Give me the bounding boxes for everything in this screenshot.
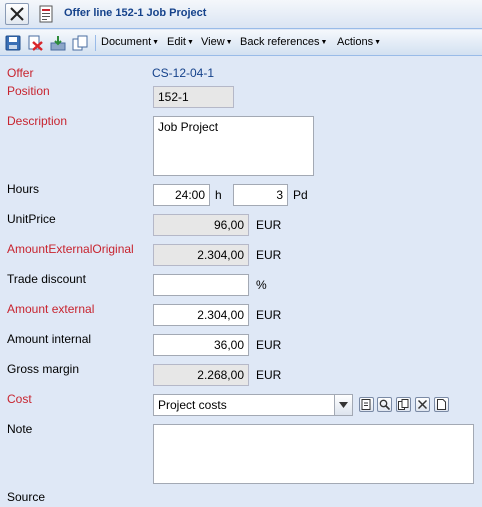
- trade-discount-label: Trade discount: [7, 272, 86, 286]
- cost-label: Cost: [7, 392, 32, 406]
- chevron-down-icon: ▼: [320, 39, 328, 46]
- amount-external-input[interactable]: 2.304,00: [153, 304, 249, 326]
- unit-price-label: UnitPrice: [7, 212, 56, 226]
- menu-document[interactable]: Document▼: [101, 36, 159, 48]
- hours-label: Hours: [7, 182, 40, 196]
- menu-view[interactable]: View▼: [201, 36, 233, 48]
- copy-documents-icon: [398, 399, 409, 410]
- delete-icon[interactable]: [27, 35, 43, 51]
- cost-search-button[interactable]: [377, 397, 392, 412]
- menu-back-references[interactable]: Back references▼: [240, 36, 327, 48]
- menu-label: Document: [101, 36, 152, 48]
- toolbar-separator: [95, 35, 96, 51]
- trade-discount-input[interactable]: [153, 274, 249, 296]
- menu-label: Back references: [240, 36, 320, 48]
- save-icon[interactable]: [5, 35, 21, 51]
- note-label: Note: [7, 422, 33, 436]
- amount-internal-currency: EUR: [256, 338, 282, 352]
- description-label: Description: [7, 114, 68, 128]
- amount-external-original-field: 2.304,00: [153, 244, 249, 266]
- export-icon[interactable]: [50, 35, 66, 51]
- cost-details-button[interactable]: [434, 397, 449, 412]
- close-button[interactable]: [5, 3, 29, 25]
- chevron-down-icon: ▼: [186, 39, 194, 46]
- person-days-unit: Pd: [293, 188, 308, 202]
- chevron-down-icon: [339, 402, 348, 408]
- chevron-down-icon: ▼: [152, 39, 160, 46]
- close-icon: [10, 7, 24, 21]
- source-label: Source: [7, 490, 46, 504]
- gross-margin-currency: EUR: [256, 368, 282, 382]
- menu-edit[interactable]: Edit▼: [167, 36, 194, 48]
- gross-margin-field: 2.268,00: [153, 364, 249, 386]
- menu-label: View: [201, 36, 225, 48]
- amount-internal-input[interactable]: 36,00: [153, 334, 249, 356]
- offer-link[interactable]: CS-12-04-1: [152, 66, 214, 80]
- trade-discount-percent: %: [256, 278, 267, 292]
- cost-select[interactable]: Project costs: [153, 394, 335, 416]
- new-document-icon: [361, 399, 371, 410]
- menu-actions[interactable]: Actions▼: [337, 36, 381, 48]
- window-title: Offer line 152-1 Job Project: [64, 7, 207, 19]
- title-bar: Offer line 152-1 Job Project: [0, 0, 482, 29]
- cost-open-button[interactable]: [396, 397, 411, 412]
- hours-input[interactable]: 24:00: [153, 184, 210, 206]
- description-textarea[interactable]: Job Project: [153, 116, 314, 176]
- amount-external-label: Amount external: [7, 302, 95, 316]
- menu-label: Edit: [167, 36, 186, 48]
- note-textarea[interactable]: [153, 424, 474, 484]
- chevron-down-icon: ▼: [374, 39, 382, 46]
- unit-price-field: 96,00: [153, 214, 249, 236]
- search-icon: [379, 399, 390, 410]
- position-label: Position: [7, 84, 50, 98]
- offer-label: Offer: [7, 66, 34, 80]
- toolbar: Document▼ Edit▼ View▼ Back references▼ A…: [0, 30, 482, 56]
- menu-label: Actions: [337, 36, 374, 48]
- cost-new-button[interactable]: [359, 397, 374, 412]
- cost-clear-button[interactable]: [415, 397, 430, 412]
- position-field: 152-1: [153, 86, 234, 108]
- close-icon: [417, 399, 428, 410]
- amount-external-original-currency: EUR: [256, 248, 282, 262]
- amount-external-original-label: AmountExternalOriginal: [7, 242, 134, 256]
- copy-icon[interactable]: [72, 35, 88, 51]
- hours-unit: h: [215, 188, 222, 202]
- amount-external-currency: EUR: [256, 308, 282, 322]
- amount-internal-label: Amount internal: [7, 332, 92, 346]
- unit-price-currency: EUR: [256, 218, 282, 232]
- chevron-down-icon: ▼: [225, 39, 233, 46]
- offer-line-document-icon: [39, 5, 53, 23]
- document-icon: [437, 399, 446, 410]
- gross-margin-label: Gross margin: [7, 362, 80, 376]
- cost-dropdown-button[interactable]: [335, 394, 353, 416]
- person-days-input[interactable]: 3: [233, 184, 288, 206]
